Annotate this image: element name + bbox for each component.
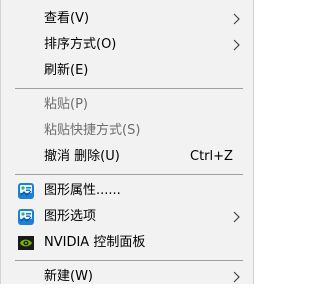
menu-item-graphics-properties-label: 图形属性......: [44, 183, 121, 198]
menu-item-undo-delete[interactable]: 撤消 删除(U) Ctrl+Z: [1, 145, 253, 169]
menu-item-sort-label: 排序方式(O): [44, 37, 117, 52]
menu-item-view[interactable]: 查看(V): [1, 7, 253, 31]
menu-item-new-label: 新建(W): [44, 269, 93, 284]
menu-item-undo-label: 撤消 删除(U): [44, 149, 120, 164]
menu-item-paste-label: 粘贴(P): [44, 97, 88, 112]
menu-item-sort[interactable]: 排序方式(O): [1, 33, 253, 57]
chevron-right-icon: [233, 271, 240, 283]
menu-item-nvidia-label: NVIDIA 控制面板: [44, 235, 146, 250]
menu-separator: [15, 88, 243, 89]
undo-shortcut-label: Ctrl+Z: [190, 149, 233, 164]
menu-item-graphics-options-label: 图形选项: [44, 209, 97, 224]
chevron-right-icon: [233, 39, 240, 51]
menu-item-paste: 粘贴(P): [1, 93, 253, 117]
menu-item-graphics-options[interactable]: 图形选项: [1, 205, 253, 229]
menu-item-view-label: 查看(V): [44, 11, 90, 26]
chevron-right-icon: [233, 13, 240, 25]
menu-item-new[interactable]: 新建(W): [1, 265, 253, 289]
menu-item-graphics-properties[interactable]: 图形属性......: [1, 179, 253, 203]
menu-item-refresh[interactable]: 刷新(E): [1, 59, 253, 83]
menu-item-refresh-label: 刷新(E): [44, 63, 89, 78]
nvidia-logo-icon: [18, 236, 34, 250]
menu-item-paste-shortcut: 粘贴快捷方式(S): [1, 119, 253, 143]
context-menu: 查看(V) 排序方式(O) 刷新(E) 粘贴(P) 粘贴快捷方式(S) 撤消 删…: [0, 0, 254, 284]
intel-graphics-icon: [18, 209, 34, 225]
menu-item-paste-shortcut-label: 粘贴快捷方式(S): [44, 123, 141, 138]
menu-separator: [15, 260, 243, 261]
menu-item-nvidia-control-panel[interactable]: NVIDIA 控制面板: [1, 231, 253, 255]
chevron-right-icon: [233, 211, 240, 223]
menu-separator: [15, 174, 243, 175]
intel-graphics-icon: [18, 183, 34, 199]
